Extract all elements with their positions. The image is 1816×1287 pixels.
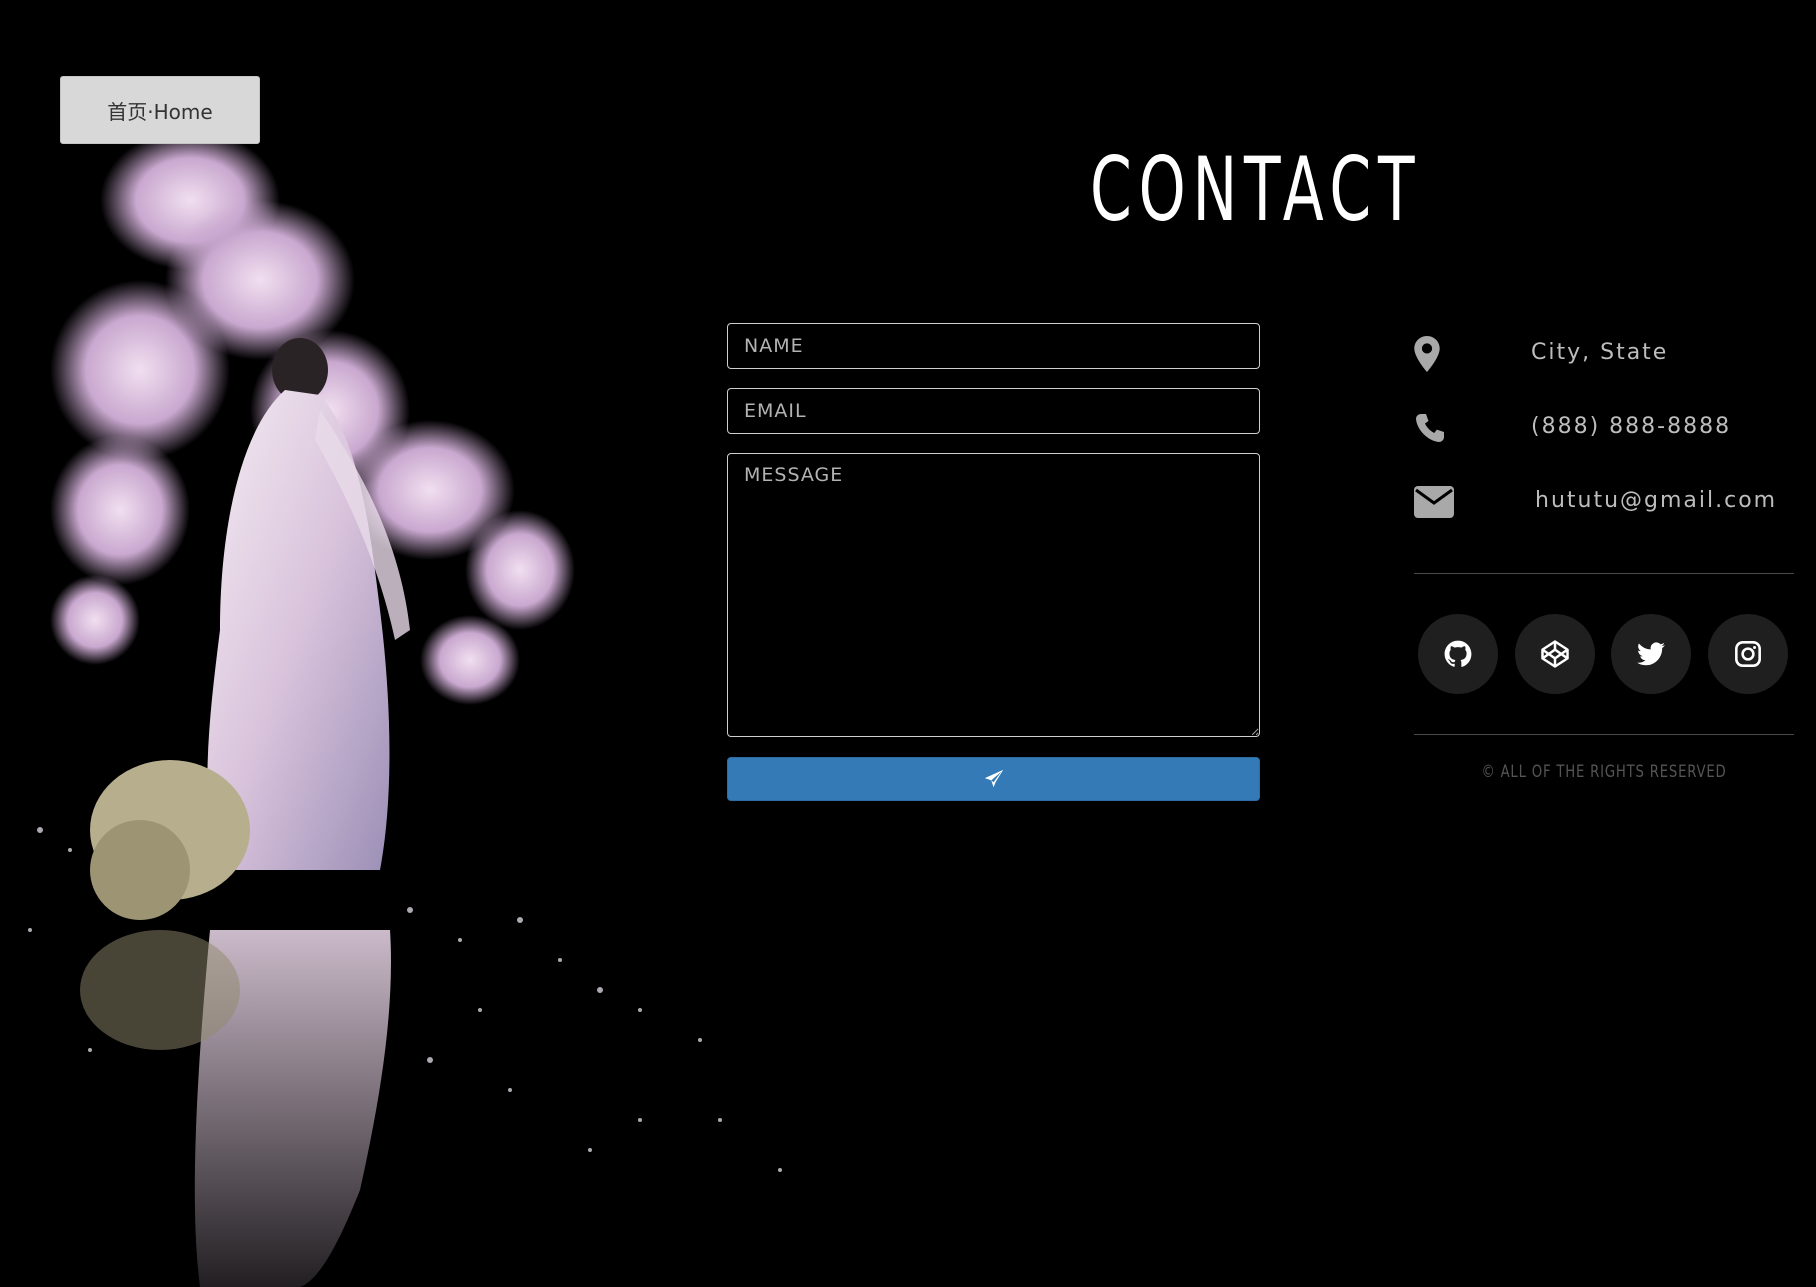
divider — [1414, 573, 1794, 574]
social-links — [1418, 614, 1788, 696]
instagram-button[interactable] — [1707, 614, 1788, 694]
copyright-label: © ALL OF THE RIGHTS RESERVED — [1481, 762, 1727, 782]
contact-info-location: City, State — [1414, 330, 1794, 404]
github-icon — [1444, 640, 1472, 667]
email-input[interactable] — [727, 388, 1260, 434]
contact-info: City, State (888) 888-8888 hututu@gmail.… — [1414, 330, 1794, 552]
codepen-icon — [1540, 640, 1569, 668]
send-button[interactable] — [727, 757, 1260, 801]
copyright-text: © ALL OF THE RIGHTS RESERVED — [1414, 762, 1794, 782]
message-textarea[interactable] — [727, 453, 1260, 737]
map-marker-icon — [1414, 334, 1458, 374]
phone-icon — [1414, 408, 1458, 448]
location-text: City, State — [1531, 340, 1669, 365]
contact-page: 首页·Home CONTACT City, State — [0, 0, 1816, 1287]
page-title: CONTACT — [1090, 138, 1422, 241]
github-button[interactable] — [1418, 614, 1498, 694]
phone-text: (888) 888-8888 — [1531, 414, 1732, 439]
codepen-button[interactable] — [1514, 614, 1595, 694]
home-button[interactable]: 首页·Home — [60, 76, 260, 144]
contact-info-email: hututu@gmail.com — [1414, 478, 1794, 552]
contact-info-phone: (888) 888-8888 — [1414, 404, 1794, 478]
twitter-button[interactable] — [1611, 614, 1692, 694]
envelope-icon — [1414, 482, 1458, 522]
name-input[interactable] — [727, 323, 1260, 369]
hero-artwork-image — [28, 130, 782, 1287]
divider — [1414, 734, 1794, 735]
twitter-icon — [1637, 642, 1666, 666]
instagram-icon — [1735, 641, 1761, 667]
paper-plane-icon — [984, 769, 1003, 788]
email-text: hututu@gmail.com — [1535, 488, 1778, 513]
contact-form — [727, 323, 1260, 801]
